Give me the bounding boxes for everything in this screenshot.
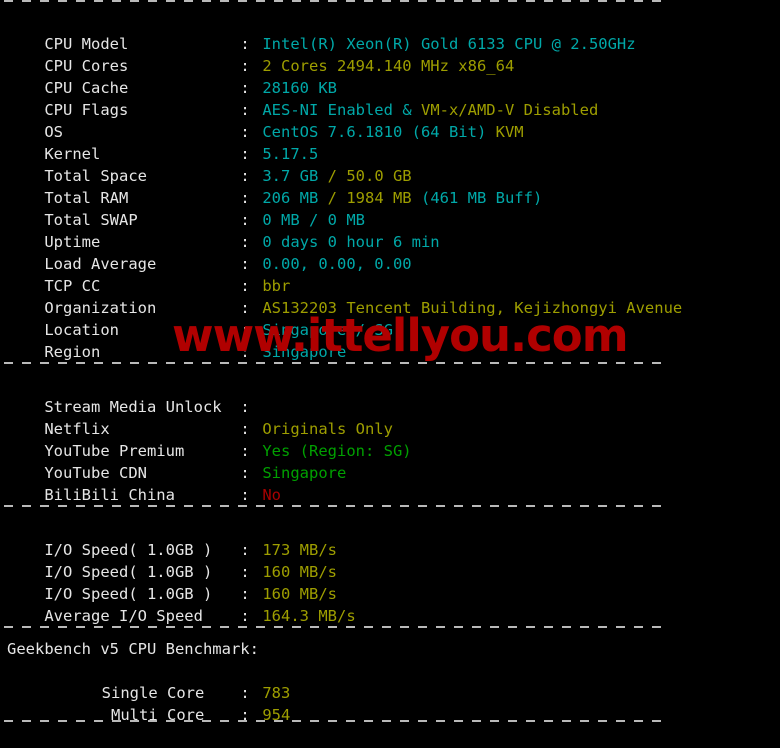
separator-top <box>0 0 780 11</box>
row-youtube-premium: YouTube Premium: Yes (Region: SG) <box>0 418 780 460</box>
separator-bottom <box>0 710 780 732</box>
separator-rule <box>4 720 667 722</box>
row-cpu-cores: CPU Cores:2 Cores 2494.140 MHz x86_64 <box>0 33 780 75</box>
row-youtube-cdn: YouTube CDN: Singapore <box>0 440 780 482</box>
row-region: Region: Singapore <box>0 319 780 361</box>
row-os: OS: CentOS 7.6.1810 (64 Bit) KVM <box>0 99 780 141</box>
row-total-space: Total Space:3.7 GB / 50.0 GB <box>0 143 780 185</box>
row-io-speed-2: I/O Speed( 1.0GB ):160 MB/s <box>0 539 780 581</box>
row-netflix: Netflix: Originals Only <box>0 396 780 438</box>
row-bilibili-china: BiliBili China: No <box>0 462 780 504</box>
row-uptime: Uptime:0 days 0 hour 6 min <box>0 209 780 251</box>
separator-rule <box>4 626 667 628</box>
row-multi-core: Multi Core:954 <box>0 682 780 724</box>
separator-io-speed <box>0 495 780 517</box>
terminal-output: CPU Model: Intel(R) Xeon(R) Gold 6133 CPU… <box>0 0 780 724</box>
row-location: Location: Singapore / SG <box>0 297 780 339</box>
row-total-ram: Total RAM:206 MB / 1984 MB (461 MB Buff) <box>0 165 780 207</box>
row-io-speed-3: I/O Speed( 1.0GB ):160 MB/s <box>0 561 780 603</box>
row-tcp-cc: TCP CC: bbr <box>0 253 780 295</box>
row-load-average: Load Average:0.00, 0.00, 0.00 <box>0 231 780 273</box>
row-single-core: Single Core:783 <box>0 660 780 702</box>
row-stream-media-header: Stream Media Unlock: <box>0 374 780 416</box>
separator-geekbench <box>0 616 780 638</box>
row-cpu-cache: CPU Cache:28160 KB <box>0 55 780 97</box>
separator-rule <box>4 362 667 364</box>
row-average-io-speed: Average I/O Speed:164.3 MB/s <box>0 583 780 625</box>
row-cpu-model: CPU Model: Intel(R) Xeon(R) Gold 6133 CPU… <box>0 11 780 53</box>
row-organization: Organization: AS132203 Tencent Building, … <box>0 275 780 317</box>
row-cpu-flags: CPU Flags: AES-NI Enabled & VM-x/AMD-V Di… <box>0 77 780 119</box>
separator-rule <box>4 0 667 2</box>
row-io-speed-1: I/O Speed( 1.0GB ):173 MB/s <box>0 517 780 559</box>
row-total-swap: Total SWAP:0 MB / 0 MB <box>0 187 780 229</box>
geekbench-title: Geekbench v5 CPU Benchmark: <box>7 640 259 658</box>
separator-stream-media <box>0 352 780 374</box>
row-kernel: Kernel:5.17.5 <box>0 121 780 163</box>
separator-rule <box>4 505 667 507</box>
